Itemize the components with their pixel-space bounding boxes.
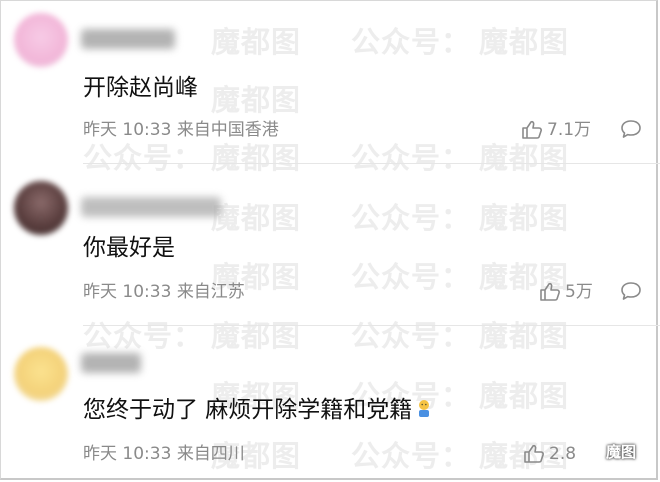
watermark-text: 魔都图 xyxy=(479,319,570,353)
avatar[interactable] xyxy=(14,13,68,67)
watermark-text: 魔都图 xyxy=(211,141,302,175)
comment-time: 昨天 10:33 xyxy=(83,444,172,464)
username-blurred[interactable] xyxy=(81,197,221,217)
like-button[interactable]: 5万 xyxy=(539,281,593,303)
watermark-text: 公众号： xyxy=(351,141,472,175)
like-button[interactable]: 2.8 xyxy=(523,443,576,465)
comment-time: 昨天 10:33 xyxy=(83,282,172,302)
watermark-text: 魔都图 xyxy=(211,319,302,353)
thumbs-up-icon xyxy=(521,120,543,140)
comment-meta: 昨天 10:33 来自四川 xyxy=(83,443,245,465)
watermark-text: 公众号： xyxy=(351,319,472,353)
watermark-text: 魔都图 xyxy=(211,201,302,235)
comment-meta: 昨天 10:33 来自中国香港 xyxy=(83,119,279,141)
watermark-text: 公众号： xyxy=(83,319,204,353)
like-count: 2.8 xyxy=(549,444,577,464)
thumbs-up-icon xyxy=(523,444,545,464)
comment-text-body: 您终于动了 麻烦开除学籍和党籍 xyxy=(83,397,413,423)
comment-text: 您终于动了 麻烦开除学籍和党籍 xyxy=(83,395,433,425)
like-count: 7.1万 xyxy=(547,120,592,140)
source-logo: 魔图 xyxy=(583,441,636,462)
watermark-text: 魔都图 xyxy=(479,25,570,59)
divider xyxy=(83,325,660,326)
watermark-text: 魔都图 xyxy=(479,379,570,413)
thumbs-up-icon xyxy=(539,282,561,302)
watermark-text: 公众号： xyxy=(351,260,472,294)
avatar[interactable] xyxy=(14,347,68,401)
watermark-text: 魔都图 xyxy=(479,201,570,235)
logo-text: 魔图 xyxy=(606,443,637,461)
watermark-text: 公众号： xyxy=(351,439,472,473)
comment-location: 来自四川 xyxy=(176,444,245,464)
speech-bubble-icon xyxy=(620,119,642,139)
comment-location: 来自中国香港 xyxy=(176,120,279,140)
comment-text: 开除赵尚峰 xyxy=(83,75,198,101)
watermark-text: 公众号： xyxy=(83,141,204,175)
speech-bubble-icon xyxy=(620,281,642,301)
comment-meta: 昨天 10:33 来自江苏 xyxy=(83,281,245,303)
emoji-icon xyxy=(415,397,433,417)
watermark-text: 公众号： xyxy=(351,25,472,59)
comment-location: 来自江苏 xyxy=(176,282,245,302)
reply-button[interactable] xyxy=(620,281,642,301)
wechat-icon xyxy=(583,442,603,462)
watermark-text: 魔都图 xyxy=(211,25,302,59)
reply-button[interactable] xyxy=(620,119,642,139)
comment-text: 你最好是 xyxy=(83,235,175,261)
watermark-text: 魔都图 xyxy=(211,83,302,117)
comment-list: 魔都图 公众号： 魔都图 魔都图 公众号： 魔都图 公众号： 魔都图 魔都图 公… xyxy=(0,0,660,480)
watermark-text: 公众号： xyxy=(351,201,472,235)
comment-time: 昨天 10:33 xyxy=(83,120,172,140)
avatar[interactable] xyxy=(14,181,68,235)
watermark-text: 魔都图 xyxy=(479,141,570,175)
username-blurred[interactable] xyxy=(81,353,141,373)
divider xyxy=(83,163,660,164)
like-button[interactable]: 7.1万 xyxy=(521,119,591,141)
username-blurred[interactable] xyxy=(81,29,175,49)
like-count: 5万 xyxy=(565,282,593,302)
